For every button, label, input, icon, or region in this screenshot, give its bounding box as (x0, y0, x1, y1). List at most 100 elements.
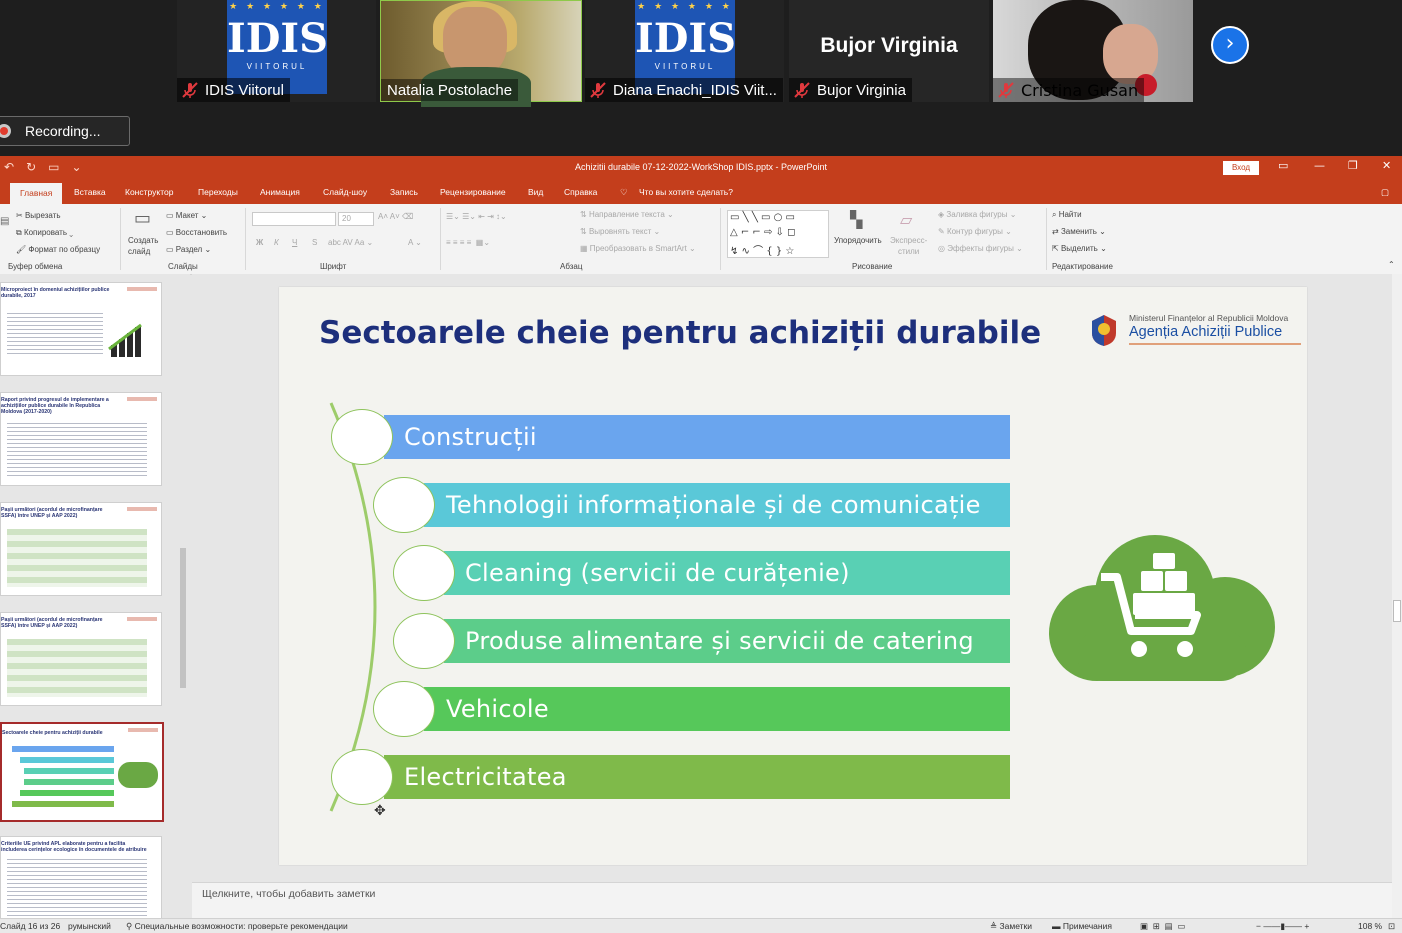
new-slide-icon[interactable]: ▭ (134, 208, 151, 229)
slide-thumbnail[interactable]: Microproiect în domeniul achizițiilor pu… (0, 282, 162, 376)
scrollbar-thumb[interactable] (180, 548, 186, 688)
bullets-icon[interactable]: ☰⌄ ☰⌄ ⇤ ⇥ ↕⌄ (446, 212, 507, 221)
section-button[interactable]: ▭ Раздел ⌄ (166, 245, 211, 254)
find-button[interactable]: ⌕ Найти (1052, 210, 1082, 220)
shape-fill-button[interactable]: ◈ Заливка фигуры ⌄ (938, 210, 1016, 219)
slide-thumbnail[interactable]: Pașii următori (acordul de microfinanțar… (0, 612, 162, 706)
arrange-button[interactable]: Упорядочить (834, 236, 882, 245)
sector-bar[interactable]: Electricitatea (384, 755, 1010, 799)
lightbulb-icon: ♡ (620, 187, 628, 197)
slide-thumbnail[interactable]: Pașii următori (acordul de microfinanțar… (0, 502, 162, 596)
format-painter-button[interactable]: 🖌 Формат по образцу (16, 245, 100, 254)
quick-styles-icon[interactable]: ▱ (900, 210, 912, 229)
tell-me-search[interactable]: Что вы хотите сделать? (639, 187, 733, 197)
layout-button[interactable]: ▭ Макет ⌄ (166, 211, 207, 220)
tab-view[interactable]: Вид (528, 187, 543, 197)
fit-slide-icon[interactable]: ⊡ (1388, 921, 1395, 932)
participant-tile-natalia-postolache[interactable]: Natalia Postolache (380, 0, 582, 107)
participant-name-bar: Bujor Virginia (789, 78, 912, 102)
video-gallery: ★ ★ ★ ★ ★ ★ IDIS VIITORUL IDIS Viitorul … (0, 0, 1402, 156)
participant-tile-bujor-virginia[interactable]: Bujor Virginia Bujor Virginia (789, 0, 989, 102)
align-icons[interactable]: ≡ ≡ ≡ ≡ ▦⌄ (446, 238, 490, 247)
text-direction-button[interactable]: ⇅ Направление текста ⌄ (580, 210, 674, 219)
thumbnail-title: Pașii următori (acordul de microfinanțar… (1, 507, 103, 519)
tab-record[interactable]: Запись (390, 187, 418, 197)
arrange-icon[interactable]: ▚ (850, 210, 862, 229)
next-page-button[interactable]: › (1211, 26, 1249, 64)
zoom-slider[interactable]: − ——▮—— + (1256, 921, 1309, 932)
bold-icon[interactable]: Ж (256, 238, 263, 247)
tab-insert[interactable]: Вставка (74, 187, 106, 197)
strikethrough-icon[interactable]: abc AV Aa ⌄ (328, 238, 373, 247)
quick-styles-button-line2[interactable]: стили (898, 247, 919, 256)
slide-thumbnail-selected[interactable]: Sectoarele cheie pentru achiziții durabi… (0, 722, 164, 822)
sector-bar[interactable]: Vehicole (424, 687, 1010, 731)
shadow-icon[interactable]: S (312, 238, 317, 247)
quick-styles-button[interactable]: Экспресс- (890, 236, 927, 245)
tab-transitions[interactable]: Переходы (198, 187, 238, 197)
participant-tile-cristina-gusan[interactable]: Cristina Gusan (993, 0, 1193, 102)
tab-home[interactable]: Главная (10, 183, 63, 204)
ribbon-display-icon[interactable]: ▭ (1278, 159, 1288, 172)
tab-help[interactable]: Справка (564, 187, 597, 197)
zoom-level[interactable]: 108 % (1358, 921, 1382, 931)
normal-view-icon[interactable]: ▣ ⊞ ▤ ▭ (1140, 921, 1185, 932)
minimize-icon[interactable]: — (1314, 159, 1325, 172)
slide-thumbnail[interactable]: Criteriile UE privind APL elaborate pent… (0, 836, 162, 920)
notes-toggle[interactable]: ≜ Заметки (990, 921, 1032, 932)
font-name-box[interactable] (252, 212, 336, 226)
sector-bar[interactable]: Produse alimentare și servicii de cateri… (444, 619, 1010, 663)
timeline-node (393, 613, 455, 669)
new-slide-button-line2[interactable]: слайд (128, 247, 150, 256)
participant-name: Natalia Postolache (387, 81, 513, 99)
sign-in-button[interactable]: Вход (1223, 161, 1259, 175)
reset-button[interactable]: ▭ Восстановить (166, 228, 227, 237)
slide-thumbnail[interactable]: Raport privind progresul de implementare… (0, 392, 162, 486)
shape-outline-button[interactable]: ✎ Контур фигуры ⌄ (938, 227, 1012, 236)
sector-label: Tehnologii informaționale și de comunica… (446, 491, 981, 519)
align-text-button[interactable]: ⇅ Выровнять текст ⌄ (580, 227, 660, 236)
tab-review[interactable]: Рецензирование (440, 187, 506, 197)
shape-effects-button[interactable]: ◎ Эффекты фигуры ⌄ (938, 244, 1023, 253)
participant-tile-diana-enachi[interactable]: ★ ★ ★ ★ ★ ★ IDIS VIITORUL Diana Enachi_I… (585, 0, 784, 102)
thumbnail-bar (20, 757, 114, 763)
underline-icon[interactable]: Ч (292, 238, 297, 247)
italic-icon[interactable]: К (274, 238, 279, 247)
replace-button[interactable]: ⇄ Заменить ⌄ (1052, 227, 1106, 236)
new-slide-button[interactable]: Создать (128, 236, 158, 245)
notes-pane[interactable]: Щелкните, чтобы добавить заметки (192, 882, 1394, 919)
thumbnail-logo (128, 728, 158, 732)
convert-smartart-button[interactable]: ▦ Преобразовать в SmartArt ⌄ (580, 244, 696, 253)
comments-toggle[interactable]: ▬ Примечания (1052, 921, 1112, 931)
collapse-ribbon-icon[interactable]: ⌃ (1388, 260, 1395, 269)
notes-placeholder[interactable]: Щелкните, чтобы добавить заметки (202, 888, 375, 900)
editor-scrollbar[interactable] (1392, 274, 1402, 918)
slide-title[interactable]: Sectoarele cheie pentru achiziții durabi… (319, 315, 1041, 351)
accessibility-checker[interactable]: ⚲ Специальные возможности: проверьте рек… (126, 921, 348, 932)
recording-indicator[interactable]: Recording... (0, 116, 130, 146)
font-grow-icon[interactable]: A˄ A˅ ⌫ (378, 212, 413, 221)
shapes-gallery[interactable]: ▭ ╲ ╲ ▭ ○ ▭ △ ⌐ ⌐ ⇨ ⇩ ◻ ↯ ∿ ⌒ { } ☆ (727, 210, 829, 258)
sector-bar[interactable]: Construcții (384, 415, 1010, 459)
copy-button[interactable]: ⧉ Копировать ⌄ (16, 228, 73, 238)
shapes-row2: △ ⌐ ⌐ ⇨ ⇩ ◻ (730, 227, 796, 238)
cloud-shopping-cart-icon (1049, 535, 1275, 681)
font-color-icon[interactable]: A ⌄ (408, 238, 422, 247)
participant-tile-idis-viitorul[interactable]: ★ ★ ★ ★ ★ ★ IDIS VIITORUL IDIS Viitorul (177, 0, 376, 102)
tab-slideshow[interactable]: Слайд-шоу (323, 187, 367, 197)
comments-icon[interactable]: ▢ (1381, 187, 1389, 198)
sector-bar[interactable]: Tehnologii informaționale și de comunica… (424, 483, 1010, 527)
sector-bar[interactable]: Cleaning (servicii de curățenie) (444, 551, 1010, 595)
close-icon[interactable]: ✕ (1382, 159, 1391, 172)
tab-animations[interactable]: Анимация (260, 187, 300, 197)
cut-button[interactable]: ✂ Вырезать (16, 211, 61, 220)
slide-canvas[interactable]: Sectoarele cheie pentru achiziții durabi… (279, 287, 1307, 865)
select-button[interactable]: ⇱ Выделить ⌄ (1052, 244, 1107, 253)
maximize-icon[interactable]: ❐ (1348, 159, 1358, 172)
scrollbar-thumb[interactable] (1393, 600, 1401, 622)
tab-design[interactable]: Конструктор (125, 187, 173, 197)
thumbnails-scrollbar[interactable] (178, 278, 188, 914)
paste-icon[interactable]: ▤ (0, 216, 9, 227)
language-indicator[interactable]: румынский (68, 921, 111, 931)
font-size-box[interactable]: 20 (338, 212, 374, 226)
